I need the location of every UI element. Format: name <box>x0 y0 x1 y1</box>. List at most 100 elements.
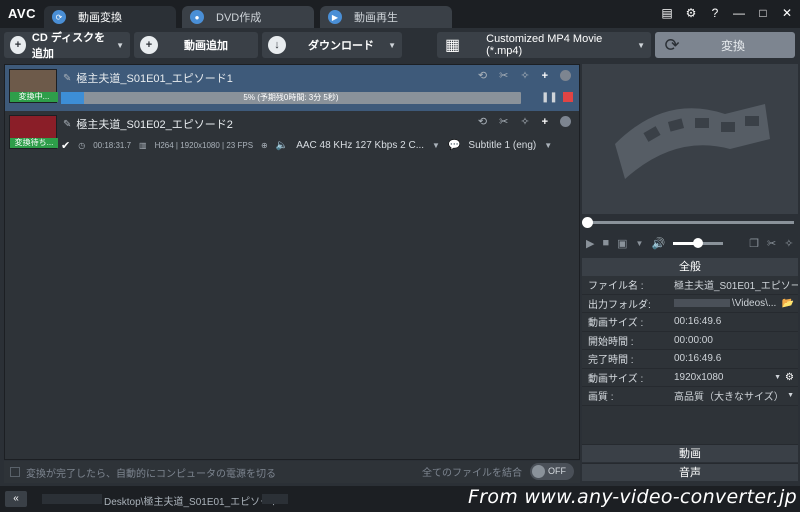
effects-icon[interactable]: ✧ <box>520 69 529 82</box>
chevron-down-icon[interactable]: ▼ <box>116 41 124 50</box>
notes-icon[interactable]: ▤ <box>660 6 674 20</box>
item-tools: ⟲ ✂ ✧ + <box>478 115 571 128</box>
tab-convert-label: 動画変換 <box>78 12 122 24</box>
scissors-icon[interactable]: ✂ <box>499 115 508 128</box>
remove-icon[interactable] <box>560 70 571 81</box>
redacted <box>674 299 730 308</box>
film-icon: ▥ <box>139 141 147 150</box>
tab-convert[interactable]: ⟳ 動画変換 <box>44 6 176 28</box>
camera-icon[interactable]: ▣ <box>617 237 627 250</box>
chevron-down-icon[interactable]: ▼ <box>544 141 552 150</box>
file-item-1[interactable]: 変換中... ✎ 極主夫道_S01E01_エピソード1 ⟲ ✂ ✧ + 5% (… <box>5 65 579 111</box>
pencil-icon[interactable]: ✎ <box>63 73 71 84</box>
video-thumbnail: 変換待ち... <box>9 115 58 149</box>
pencil-icon[interactable]: ✎ <box>63 119 71 130</box>
prop-video-size[interactable]: 動画サイズ : 1920x1080 ▼ ⚙ <box>582 369 798 387</box>
title-bar: AVC ⟳ 動画変換 ● DVD作成 ▶ 動画再生 ▤ ⚙ ? — □ ✕ <box>0 0 800 28</box>
subtitle-select[interactable]: Subtitle 1 (eng) <box>468 140 536 151</box>
chevron-down-icon[interactable]: ▼ <box>432 141 440 150</box>
seek-track <box>588 221 794 224</box>
tab-dvd[interactable]: ● DVD作成 <box>182 6 314 28</box>
section-audio[interactable]: 音声 <box>582 463 798 481</box>
tab-play[interactable]: ▶ 動画再生 <box>320 6 452 28</box>
play-icon: ▶ <box>328 10 342 24</box>
progress-text: 5% (予期残0時間: 3分 5秒) <box>243 93 339 102</box>
toggle-knob <box>532 465 545 478</box>
pause-icon[interactable]: ❚❚ <box>541 92 558 103</box>
target-icon: ⊕ <box>261 141 268 150</box>
volume-slider[interactable] <box>673 237 724 248</box>
merge-toggle[interactable]: OFF <box>530 463 574 480</box>
subtitle-icon: 💬 <box>447 140 461 151</box>
output-path[interactable]: Desktop\極主夫道_S01E01_エピソード <box>104 493 280 508</box>
chevron-down-icon[interactable]: ▼ <box>787 392 794 399</box>
shutdown-checkbox[interactable] <box>10 467 20 477</box>
video-preview <box>582 64 798 214</box>
file-name: ✎ 極主夫道_S01E01_エピソード1 <box>63 72 233 86</box>
dvd-icon: ● <box>190 10 204 24</box>
effects-icon[interactable]: ✧ <box>784 237 793 250</box>
seek-handle[interactable] <box>582 217 593 228</box>
add-video-label: 動画追加 <box>184 40 228 52</box>
collapse-button[interactable]: « <box>5 491 27 507</box>
chevron-down-icon[interactable]: ▼ <box>388 41 396 50</box>
folder-open-icon[interactable]: 📂 <box>782 298 794 309</box>
video-info: H264 | 1920x1080 | 23 FPS <box>154 141 254 150</box>
close-icon[interactable]: ✕ <box>780 6 794 20</box>
convert-button[interactable]: ⟳ 変換 <box>655 32 795 58</box>
merge-label: 全てのファイルを結合 <box>422 468 522 479</box>
prop-quality[interactable]: 画質 : 高品質（大きなサイズ） ▼ <box>582 387 798 406</box>
volume-handle[interactable] <box>693 237 704 248</box>
add-video-button[interactable]: + 動画追加 <box>134 32 258 58</box>
stop-icon[interactable] <box>563 92 573 102</box>
item-tools: ⟲ ✂ ✧ + <box>478 69 571 82</box>
prop-duration: 動画サイズ : 00:16:49.6 <box>582 313 798 332</box>
app-logo: AVC <box>8 6 36 21</box>
volume-icon[interactable]: 🔊 <box>651 237 665 250</box>
prop-start-time[interactable]: 開始時間 : 00:00:00 <box>582 332 798 350</box>
remove-icon[interactable] <box>560 116 571 127</box>
plus-icon[interactable]: + <box>542 116 548 128</box>
toggle-label: OFF <box>548 466 566 476</box>
gear-icon[interactable]: ⚙ <box>684 6 698 20</box>
scissors-icon[interactable]: ✂ <box>767 237 776 250</box>
maximize-icon[interactable]: □ <box>756 6 770 20</box>
rotate-icon[interactable]: ⟲ <box>478 69 487 82</box>
shutdown-label: 変換が完了したら、自動的にコンピュータの電源を切る <box>26 468 276 480</box>
disc-add-icon: + <box>10 36 26 54</box>
play-icon[interactable]: ▶ <box>586 237 594 250</box>
seek-bar[interactable] <box>582 216 798 230</box>
stop-icon[interactable]: ■ <box>602 237 609 249</box>
minimize-icon[interactable]: — <box>732 6 746 20</box>
prop-file-name: ファイル名 : 極主夫道_S01E01_エピソー... <box>582 276 798 295</box>
progress-bar: 5% (予期残0時間: 3分 5秒) <box>61 92 521 104</box>
properties-header[interactable]: 全般 <box>582 258 798 276</box>
copy-icon[interactable]: ❐ <box>749 237 759 250</box>
gear-icon[interactable]: ⚙ <box>785 372 794 383</box>
prop-end-time[interactable]: 完了時間 : 00:16:49.6 <box>582 350 798 369</box>
chevron-down-icon: ▼ <box>637 40 645 50</box>
download-button[interactable]: ↓ ダウンロード ▼ <box>262 32 402 58</box>
add-cd-button[interactable]: + CD ディスクを追加 ▼ <box>4 32 130 60</box>
audio-track-select[interactable]: AAC 48 KHz 127 Kbps 2 C... <box>296 140 424 151</box>
section-video[interactable]: 動画 <box>582 444 798 462</box>
redacted <box>42 494 102 504</box>
film-strip-icon: ▦ <box>445 37 461 54</box>
chevron-down-icon[interactable]: ▼ <box>774 374 781 381</box>
chevron-down-icon[interactable]: ▼ <box>636 239 644 248</box>
status-badge: 変換中... <box>10 92 58 102</box>
prop-output-folder[interactable]: 出力フォルダ: \Videos\... 📂 <box>582 295 798 313</box>
status-badge: 変換待ち... <box>10 138 58 148</box>
rotate-icon[interactable]: ⟲ <box>478 115 487 128</box>
check-icon[interactable]: ✔ <box>61 139 70 152</box>
file-list: 変換中... ✎ 極主夫道_S01E01_エピソード1 ⟲ ✂ ✧ + 5% (… <box>4 64 580 460</box>
refresh-icon: ⟳ <box>664 34 680 55</box>
speaker-icon: 🔈 <box>275 140 289 151</box>
profile-select[interactable]: ▦ Customized MP4 Movie (*.mp4) ▼ <box>437 32 651 58</box>
watermark: From www.any-video-converter.jp <box>468 486 797 508</box>
scissors-icon[interactable]: ✂ <box>499 69 508 82</box>
plus-icon[interactable]: + <box>542 70 548 82</box>
file-item-2[interactable]: 変換待ち... ✎ 極主夫道_S01E02_エピソード2 ⟲ ✂ ✧ + ✔ ◷… <box>5 111 579 157</box>
help-icon[interactable]: ? <box>708 6 722 20</box>
effects-icon[interactable]: ✧ <box>520 115 529 128</box>
